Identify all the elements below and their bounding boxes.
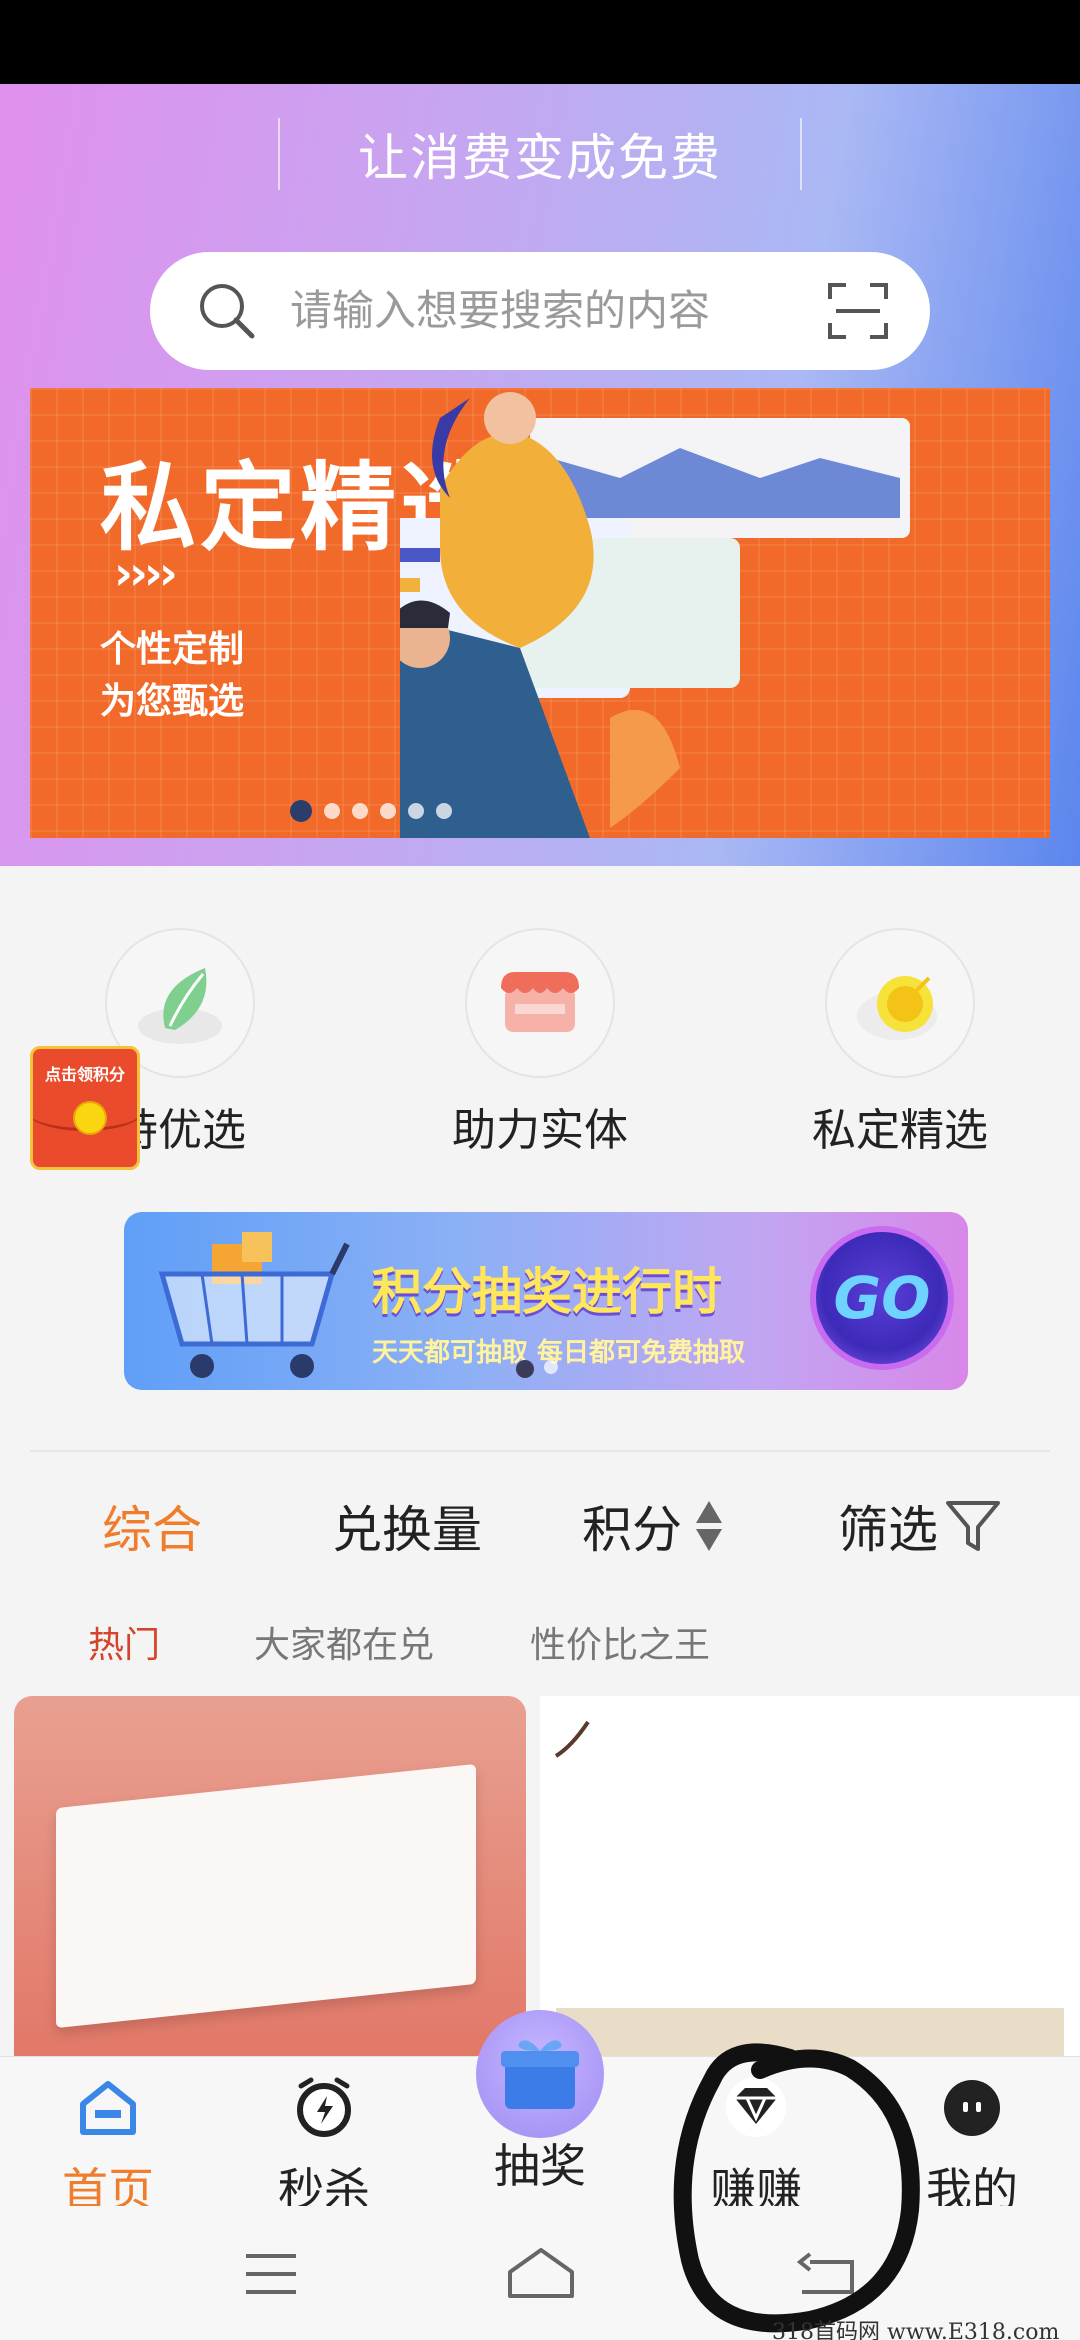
product-image-strip bbox=[556, 2008, 1064, 2056]
nav-lottery[interactable]: 抽奖 bbox=[460, 2130, 620, 2196]
nav-flash-sale[interactable]: 秒杀 bbox=[244, 2074, 404, 2220]
diamond-icon bbox=[726, 2077, 786, 2137]
lottery-banner[interactable]: 积分抽奖进行时 天天都可抽取 每日都可免费抽取 GO bbox=[124, 1212, 968, 1390]
category-label: 私定精选 bbox=[812, 1105, 988, 1156]
lottery-nav-bubble[interactable] bbox=[476, 2010, 604, 2138]
watermark: 318首码网 www.E318.com bbox=[772, 2320, 1060, 2340]
gift-icon bbox=[501, 2040, 579, 2109]
red-packet-float[interactable]: 点击领积分 bbox=[30, 1046, 140, 1170]
subtab-hot[interactable]: 热门 bbox=[88, 1616, 160, 1668]
search-input[interactable]: 请输入想要搜索的内容 bbox=[290, 285, 786, 337]
subtab-best-value[interactable]: 性价比之王 bbox=[530, 1616, 710, 1668]
sort-bar: 综合 兑换量 积分 筛选 bbox=[0, 1490, 1080, 1570]
lottery-go-label: GO bbox=[833, 1264, 931, 1332]
lottery-subtitle: 天天都可抽取 每日都可免费抽取 bbox=[372, 1338, 746, 1368]
banner-subtitle-2: 为您甄选 bbox=[100, 681, 245, 722]
nav-label: 抽奖 bbox=[494, 2139, 586, 2193]
alarm-clock-icon bbox=[297, 2077, 351, 2137]
nav-profile[interactable]: 我的 bbox=[892, 2074, 1052, 2220]
slogan-text: 让消费变成免费 bbox=[358, 129, 722, 187]
sort-label: 筛选 bbox=[838, 1501, 938, 1559]
category-siding-jingxuan[interactable]: 私定精选 bbox=[780, 928, 1020, 1168]
banner-dot[interactable] bbox=[290, 800, 312, 822]
banner-illustration bbox=[400, 392, 910, 838]
sort-label: 综合 bbox=[102, 1501, 202, 1559]
category-zhuli-shiti[interactable]: 助力实体 bbox=[420, 928, 660, 1168]
menu-icon[interactable] bbox=[244, 2252, 298, 2296]
lottery-pagination bbox=[516, 1360, 558, 1378]
status-bar bbox=[0, 0, 1080, 84]
banner-dot[interactable] bbox=[352, 803, 368, 819]
sort-points[interactable]: 积分 bbox=[582, 1490, 722, 1562]
category-label: 助力实体 bbox=[452, 1105, 628, 1156]
profile-face-icon bbox=[944, 2080, 1000, 2136]
red-packet-label: 点击领积分 bbox=[44, 1065, 125, 1084]
filter-funnel-icon bbox=[946, 1501, 1000, 1551]
search-icon bbox=[200, 284, 255, 339]
slogan-container: 让消费变成免费 bbox=[278, 118, 802, 190]
lottery-title: 积分抽奖进行时 bbox=[372, 1263, 722, 1321]
sort-filter[interactable]: 筛选 bbox=[838, 1490, 1004, 1562]
store-icon bbox=[501, 972, 579, 1032]
sort-updown-icon bbox=[696, 1501, 722, 1551]
banner-pagination bbox=[290, 800, 452, 822]
lottery-dot[interactable] bbox=[516, 1360, 534, 1378]
sort-exchange-count[interactable]: 兑换量 bbox=[332, 1490, 482, 1562]
coin-icon bbox=[857, 976, 937, 1040]
lottery-dot[interactable] bbox=[544, 1360, 558, 1374]
home-icon bbox=[80, 2081, 136, 2135]
category-icon-circle bbox=[465, 928, 615, 1078]
banner-dot[interactable] bbox=[380, 803, 396, 819]
product-card[interactable] bbox=[540, 1696, 1080, 2056]
system-home-icon[interactable] bbox=[506, 2246, 576, 2300]
back-icon[interactable] bbox=[796, 2252, 856, 2296]
red-packet-coin-icon bbox=[73, 1101, 107, 1135]
banner-dot[interactable] bbox=[324, 803, 340, 819]
product-image-tissue bbox=[56, 1763, 476, 2029]
sort-label: 积分 bbox=[582, 1501, 682, 1559]
search-bar[interactable]: 请输入想要搜索的内容 bbox=[150, 252, 930, 370]
lottery-go-button[interactable]: GO bbox=[810, 1226, 954, 1370]
nav-earn[interactable]: 赚赚 bbox=[676, 2074, 836, 2220]
section-divider bbox=[30, 1450, 1050, 1452]
sort-label: 兑换量 bbox=[332, 1501, 482, 1559]
banner-dot[interactable] bbox=[436, 803, 452, 819]
scan-icon[interactable] bbox=[826, 279, 890, 343]
subtab-bar: 热门 大家都在兑 性价比之王 bbox=[0, 1616, 1080, 1666]
product-image-logo bbox=[554, 1720, 590, 1758]
category-icon-circle bbox=[825, 928, 975, 1078]
app-screen: { "header": { "slogan": "让消费变成免费" }, "se… bbox=[0, 0, 1080, 2340]
subtab-everyone-exchanging[interactable]: 大家都在兑 bbox=[254, 1616, 434, 1668]
leaf-icon bbox=[138, 968, 222, 1044]
banner-dot[interactable] bbox=[408, 803, 424, 819]
promo-banner[interactable]: 私定精选 ›››› 个性定制 为您甄选 bbox=[30, 388, 1050, 838]
banner-arrows: ›››› bbox=[114, 546, 178, 600]
sort-comprehensive[interactable]: 综合 bbox=[102, 1490, 202, 1562]
shopping-cart-icon bbox=[158, 1232, 350, 1378]
nav-home[interactable]: 首页 bbox=[28, 2074, 188, 2220]
product-card[interactable] bbox=[14, 1696, 526, 2056]
banner-subtitle-1: 个性定制 bbox=[100, 629, 245, 670]
